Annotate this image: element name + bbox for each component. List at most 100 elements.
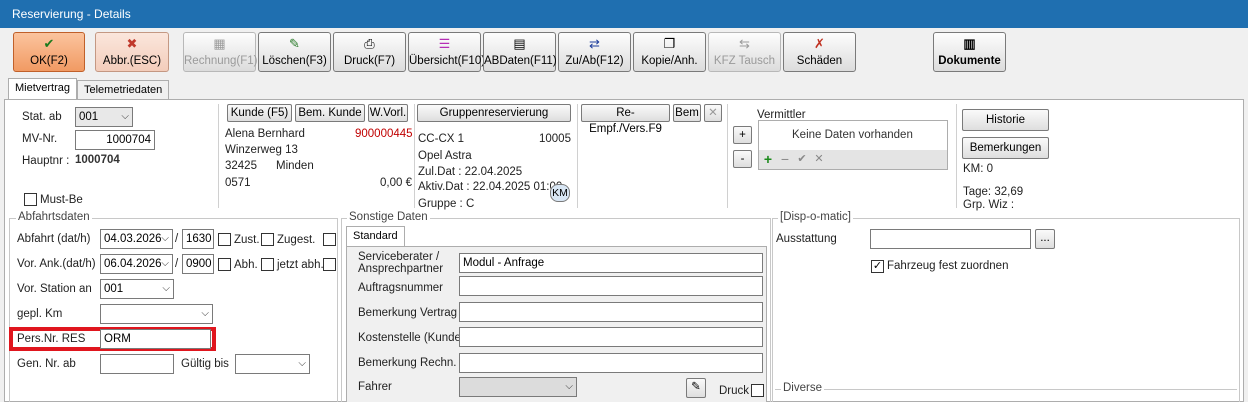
wvorl-button[interactable]: W.Vorl. xyxy=(368,104,408,122)
divider xyxy=(414,104,415,208)
chevron-down-icon: ⌵ xyxy=(161,258,169,269)
gen-nr-label: Gen. Nr. ab xyxy=(17,358,76,370)
ok-button[interactable]: ✔ OK(F2) xyxy=(13,32,85,72)
historie-button[interactable]: Historie xyxy=(962,109,1049,131)
uebersicht-button[interactable]: ☰ Übersicht(F10) xyxy=(408,32,485,72)
divider xyxy=(727,104,728,208)
zuab-button[interactable]: ⇄ Zu/Ab(F12) xyxy=(558,32,631,72)
tab-mietvertrag[interactable]: Mietvertrag xyxy=(8,78,78,100)
abh-checkbox[interactable] xyxy=(218,258,231,271)
mv-number-field[interactable]: 1000704 xyxy=(75,130,155,150)
swap-arrows-icon: ⇄ xyxy=(589,36,600,51)
kunde-button[interactable]: Kunde (F5) xyxy=(227,104,292,122)
bemerkung-vertrag-field[interactable] xyxy=(459,302,763,322)
kfz-tausch-button[interactable]: ⇆ KFZ Tausch xyxy=(708,32,781,72)
vermittler-plus-button[interactable]: + xyxy=(733,126,752,144)
pers-nr-label: Pers.Nr. RES xyxy=(17,333,86,345)
bemerkungen-button[interactable]: Bemerkungen xyxy=(962,137,1049,159)
abfahrt-time[interactable]: 1630 xyxy=(182,229,214,249)
diverse-line xyxy=(775,389,1237,390)
fahrer-label: Fahrer xyxy=(358,381,392,393)
clear-icon[interactable]: ✕ xyxy=(704,104,722,122)
ausstattung-field[interactable] xyxy=(870,229,1031,249)
druck-button[interactable]: ⎙ Druck(F7) xyxy=(333,32,406,72)
must-be-checkbox[interactable] xyxy=(24,193,37,206)
diverse-title: Diverse xyxy=(781,382,824,394)
confirm-icon[interactable]: ✔ xyxy=(795,152,809,166)
extra-checkbox-2[interactable] xyxy=(323,258,336,271)
rechnung-button[interactable]: ▦ Rechnung(F1) xyxy=(183,32,258,72)
abdaten-button[interactable]: ▤ ABDaten(F11) xyxy=(483,32,557,72)
loeschen-button[interactable]: ✎ Löschen(F3) xyxy=(258,32,331,72)
chevron-down-icon: ⌵ xyxy=(162,283,170,294)
schaeden-button[interactable]: ✗ Schäden xyxy=(783,32,856,72)
gen-nr-field[interactable] xyxy=(100,354,174,374)
document-edit-icon[interactable]: ✎ xyxy=(686,378,706,398)
km-button[interactable]: KM xyxy=(550,184,570,202)
bem-button[interactable]: Bem xyxy=(673,104,701,122)
pers-nr-field[interactable]: ORM xyxy=(100,329,211,349)
bemerkung-rechn-field[interactable] xyxy=(459,353,763,373)
hauptnr-label: Hauptnr : xyxy=(22,155,70,167)
zugest-checkbox[interactable] xyxy=(261,233,274,246)
serviceberater-field[interactable]: Modul - Anfrage xyxy=(459,253,763,273)
vehicle-plate: CC-CX 1 xyxy=(418,133,465,145)
customer-zip: 32425 xyxy=(225,160,257,172)
auftragsnummer-field[interactable] xyxy=(459,276,763,296)
chevron-down-icon: ⌵ xyxy=(161,233,169,244)
tab-telemetriedaten[interactable]: Telemetriedaten xyxy=(77,80,170,99)
stat-select[interactable]: 001 ⌵ xyxy=(75,107,133,127)
station-label: Vor. Station an xyxy=(17,283,92,295)
fahrer-select[interactable]: ⌵ xyxy=(459,377,577,397)
abh-label: Abh. xyxy=(234,259,258,271)
customer-city: Minden xyxy=(276,160,314,172)
cancel-button[interactable]: ✖ Abbr.(ESC) xyxy=(95,32,169,72)
add-icon[interactable]: + xyxy=(761,152,775,166)
chevron-down-icon: ⌵ xyxy=(201,308,209,319)
dispo-title: [Disp-o-matic] xyxy=(778,211,853,223)
vehicle-zul-date: Zul.Dat : 22.04.2025 xyxy=(418,166,523,178)
dokumente-button[interactable]: ▥ Dokumente xyxy=(933,32,1006,72)
km-value: KM: 0 xyxy=(963,163,994,175)
customer-street: Winzerweg 13 xyxy=(225,144,298,156)
cancel-icon[interactable]: ✕ xyxy=(812,152,826,166)
fahrzeug-fest-checkbox[interactable]: ✓ xyxy=(871,260,884,273)
remove-icon[interactable]: − xyxy=(778,152,792,166)
ankunft-time[interactable]: 0900 xyxy=(182,254,214,274)
auftragsnummer-label: Auftragsnummer xyxy=(358,282,444,294)
km-label: gepl. Km xyxy=(17,308,63,320)
abfahrt-date[interactable]: 04.03.2026 ⌵ xyxy=(100,229,173,249)
jetzt-abh-label: jetzt abh. xyxy=(277,259,324,271)
station-select[interactable]: 001 ⌵ xyxy=(100,279,174,299)
mv-label: MV-Nr. xyxy=(22,133,58,145)
abfahrt-title: Abfahrtsdaten xyxy=(16,211,92,223)
ausstattung-browse-button[interactable]: ... xyxy=(1035,229,1055,249)
bemerkung-rechn-label: Bemerkung Rechn. xyxy=(358,357,457,369)
vehicle-swap-icon: ⇆ xyxy=(739,36,750,51)
ausstattung-label: Ausstattung xyxy=(776,233,837,245)
sonstige-title: Sonstige Daten xyxy=(347,211,430,223)
close-icon: ✖ xyxy=(126,36,138,51)
customer-number: 900000445 xyxy=(355,128,413,140)
damage-icon: ✗ xyxy=(814,36,825,51)
zust-label: Zust. xyxy=(234,234,260,246)
vermittler-minus-button[interactable]: - xyxy=(733,150,752,168)
re-empf-button[interactable]: Re-Empf./Vers.F9 xyxy=(581,104,670,135)
kopie-button[interactable]: ❐ Kopie/Anh. xyxy=(633,32,706,72)
extra-checkbox[interactable] xyxy=(323,233,336,246)
gruppenreservierung-button[interactable]: Gruppenreservierung xyxy=(417,104,571,122)
gueltig-select[interactable]: ⌵ xyxy=(235,354,310,374)
km-select[interactable]: ⌵ xyxy=(100,304,213,324)
ankunft-date[interactable]: 06.04.2026 ⌵ xyxy=(100,254,173,274)
chevron-down-icon: ⌵ xyxy=(121,111,129,122)
jetzt-abh-checkbox[interactable] xyxy=(261,258,274,271)
fahrzeug-fest-label: Fahrzeug fest zuordnen xyxy=(887,260,1009,272)
zust-checkbox[interactable] xyxy=(218,233,231,246)
kostenstelle-field[interactable] xyxy=(459,327,763,347)
bem-kunde-button[interactable]: Bem. Kunde xyxy=(295,104,365,122)
hauptnr-value: 1000704 xyxy=(75,154,120,166)
tage-value: Tage: 32,69 xyxy=(963,186,1024,198)
druck-checkbox[interactable] xyxy=(751,384,764,397)
tab-standard[interactable]: Standard xyxy=(346,226,405,247)
documents-icon: ▥ xyxy=(963,36,976,51)
